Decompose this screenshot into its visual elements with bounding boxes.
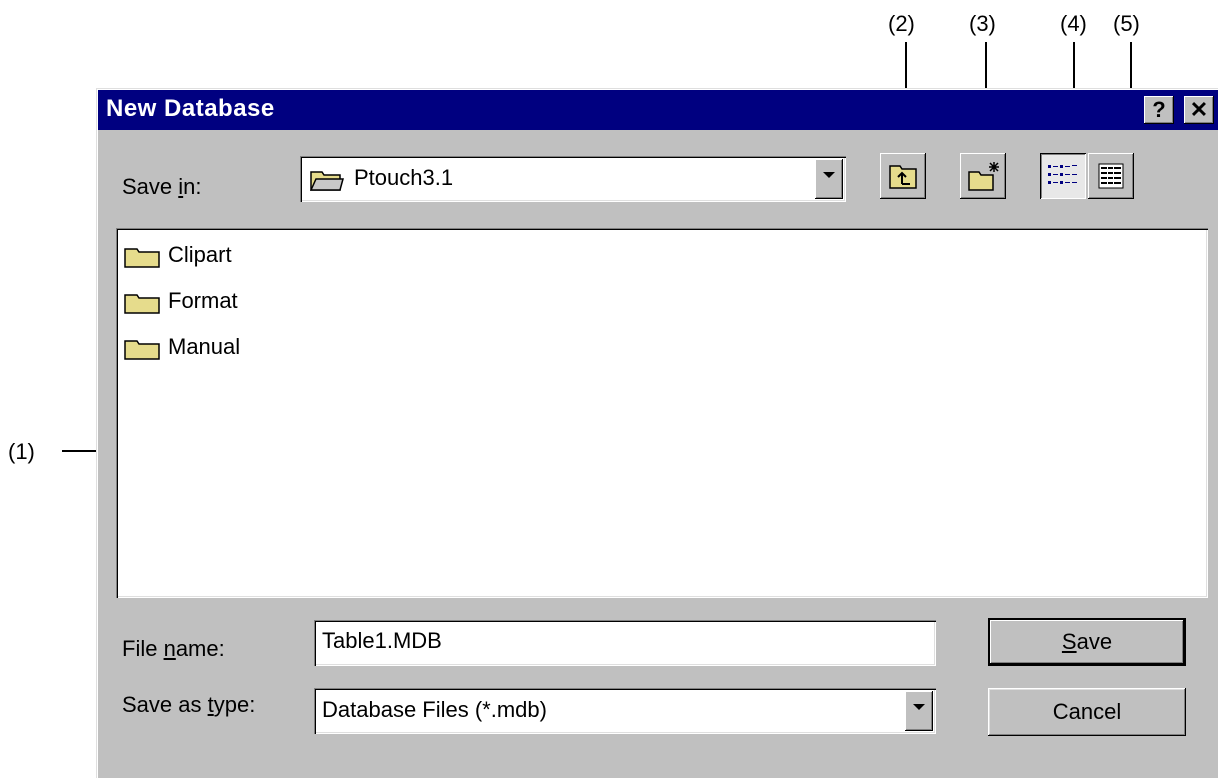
callout-5: (5): [1113, 11, 1140, 36]
up-one-level-button[interactable]: [880, 153, 926, 199]
dialog-titlebar[interactable]: New Database ? ✕: [98, 90, 1218, 130]
cancel-button[interactable]: Cancel: [988, 688, 1186, 736]
file-list[interactable]: Clipart Format Manual: [116, 228, 1208, 598]
callout-4: (4): [1060, 11, 1087, 36]
create-new-folder-button[interactable]: [960, 153, 1006, 199]
close-button[interactable]: ✕: [1184, 96, 1214, 124]
folder-icon: [124, 294, 160, 314]
help-button[interactable]: ?: [1144, 96, 1174, 124]
save-as-type-value: Database Files (*.mdb): [322, 697, 547, 722]
save-in-label: Save in:: [122, 174, 202, 199]
save-as-type-dropdown-button[interactable]: [905, 691, 933, 731]
file-name-value: Table1.MDB: [322, 628, 442, 653]
save-as-type-combobox[interactable]: Database Files (*.mdb): [314, 688, 936, 734]
new-database-dialog: New Database ? ✕ Save in: Ptouch3.1 Clip…: [96, 88, 1218, 778]
save-in-dropdown-button[interactable]: [815, 159, 843, 199]
callout-2: (2): [888, 11, 915, 36]
folder-icon: [124, 248, 160, 268]
list-item-name: Format: [168, 288, 238, 313]
save-in-value: Ptouch3.1: [354, 165, 454, 190]
callout-3: (3): [969, 11, 996, 36]
help-icon: ?: [1152, 97, 1166, 122]
details-view-button[interactable]: [1088, 153, 1134, 199]
open-folder-icon: [310, 171, 344, 191]
save-as-type-label: Save as type:: [122, 692, 256, 717]
list-item-name: Manual: [168, 334, 241, 359]
close-icon: ✕: [1189, 97, 1209, 122]
details-view-icon: [1098, 163, 1124, 189]
list-item-name: Clipart: [168, 242, 232, 267]
create-new-folder-icon: [968, 162, 999, 191]
callout-1: (1): [8, 439, 35, 464]
file-name-field[interactable]: Table1.MDB: [314, 620, 936, 666]
folder-icon: [124, 340, 160, 360]
dialog-title: New Database: [106, 95, 275, 122]
save-in-combobox[interactable]: Ptouch3.1: [300, 156, 846, 202]
file-name-label: File name:: [122, 636, 225, 661]
list-view-button[interactable]: [1040, 153, 1086, 199]
save-button[interactable]: Save: [988, 618, 1186, 666]
up-one-level-icon: [889, 165, 917, 189]
list-view-icon: [1048, 165, 1077, 184]
